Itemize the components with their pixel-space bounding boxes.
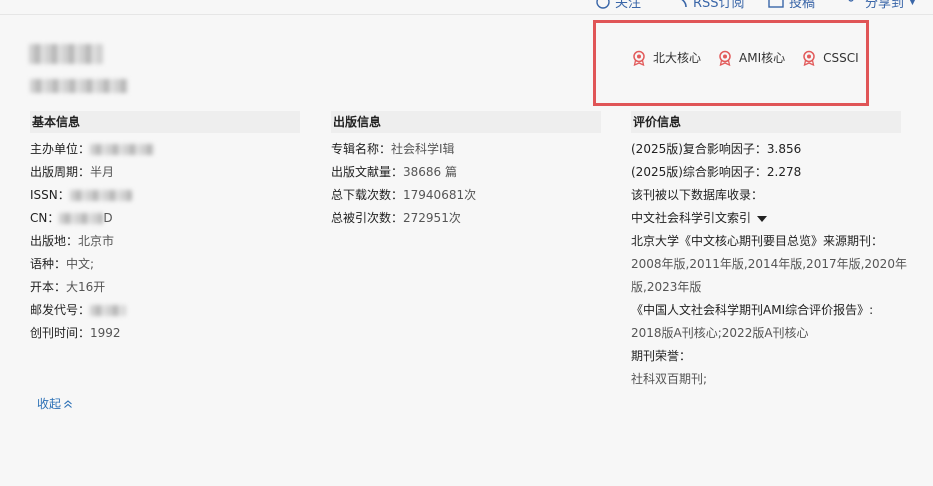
award-icon xyxy=(719,50,731,66)
eval-info-section: 评价信息 (2025版)复合影响因子：3.856 (2025版)综合影响因子：2… xyxy=(631,111,907,391)
downloads-row: 总下载次数：17940681次 xyxy=(331,188,477,202)
founded-row: 创刊时间：1992 xyxy=(30,326,121,340)
top-nav: 关注 RSS订阅 投稿 分享到 ▼ xyxy=(0,0,933,15)
submit-label: 投稿 xyxy=(789,0,816,11)
section-title: 评价信息 xyxy=(631,111,901,133)
cn-row: CN： D xyxy=(30,211,113,225)
pku-years-row: 2008年版,2011年版,2014年版,2017年版,2020年 xyxy=(631,257,907,271)
basic-info-section: 基本信息 主办单位： 出版周期：半月 ISSN： CN： D 出版地：北京市 语种… xyxy=(30,111,300,345)
section-title: 出版信息 xyxy=(331,111,601,133)
share-label: 分享到 xyxy=(865,0,905,11)
collapse-link[interactable]: 收起 xyxy=(37,395,73,412)
ami-value-row: 2018版A刊核心;2022版A刊核心 xyxy=(631,326,809,340)
mail-icon xyxy=(768,0,784,8)
badge-ami-core: AMI核心 xyxy=(717,49,785,66)
postcode-redacted xyxy=(90,305,127,316)
double-chevron-up-icon xyxy=(64,399,72,408)
postcode-row: 邮发代号： xyxy=(30,299,300,322)
share-icon xyxy=(848,0,854,2)
badge-label: AMI核心 xyxy=(739,51,786,65)
heart-icon xyxy=(596,0,610,9)
ami-label-row: 《中国人文社会科学期刊AMI综合评价报告》: xyxy=(631,303,874,317)
chevron-down-icon: ▼ xyxy=(909,0,916,7)
badge-label: CSSCI xyxy=(823,50,859,65)
submit-link[interactable]: 投稿 xyxy=(768,0,815,11)
caret-down-icon xyxy=(757,215,768,222)
badge-cssci: CSSCI xyxy=(801,50,859,66)
follow-link[interactable]: 关注 xyxy=(596,0,641,11)
share-link[interactable]: 分享到 ▼ xyxy=(848,0,916,11)
journal-title-redacted xyxy=(29,44,103,64)
db-label-row: 该刊被以下数据库收录： xyxy=(631,188,764,202)
section-title: 基本信息 xyxy=(30,111,300,133)
docs-row: 出版文献量：38686 篇 xyxy=(331,165,458,179)
composite-if-row: (2025版)复合影响因子：3.856 xyxy=(631,142,802,156)
badge-label: 北大核心 xyxy=(653,51,702,65)
badge-pku-core: 北大核心 xyxy=(631,49,701,66)
db-dropdown[interactable]: 中文社会科学引文索引 xyxy=(631,207,901,230)
issn-row: ISSN： xyxy=(30,184,300,207)
journal-subtitle-redacted xyxy=(30,79,128,93)
rss-link[interactable]: RSS订阅 xyxy=(676,0,745,11)
pku-years-row-cont: 版,2023年版 xyxy=(631,280,702,294)
series-row: 专辑名称：社会科学Ⅰ辑 xyxy=(331,142,455,156)
collapse-label: 收起 xyxy=(37,397,62,411)
award-icon xyxy=(633,50,645,66)
sponsor-row: 主办单位： xyxy=(30,138,300,161)
language-row: 语种：中文; xyxy=(30,257,95,271)
rss-icon xyxy=(681,0,687,7)
follow-label: 关注 xyxy=(615,0,642,11)
core-badges: 北大核心 AMI核心 CSSCI xyxy=(631,49,875,66)
format-row: 开本：大16开 xyxy=(30,280,106,294)
comprehensive-if-row: (2025版)综合影响因子：2.278 xyxy=(631,165,802,179)
publish-info-section: 出版信息 专辑名称：社会科学Ⅰ辑 出版文献量：38686 篇 总下载次数：179… xyxy=(331,111,601,230)
cn-redacted xyxy=(59,213,104,224)
issn-redacted xyxy=(69,190,132,201)
cites-row: 总被引次数：272951次 xyxy=(331,211,461,225)
place-row: 出版地：北京市 xyxy=(30,234,115,248)
sponsor-redacted xyxy=(90,144,155,155)
award-icon xyxy=(803,50,815,66)
pku-label-row: 北京大学《中文核心期刊要目总览》来源期刊： xyxy=(631,234,884,248)
cycle-row: 出版周期：半月 xyxy=(30,165,115,179)
rss-label: RSS订阅 xyxy=(693,0,745,11)
honor-value-row: 社科双百期刊; xyxy=(631,372,708,386)
honor-label-row: 期刊荣誉： xyxy=(631,349,692,363)
